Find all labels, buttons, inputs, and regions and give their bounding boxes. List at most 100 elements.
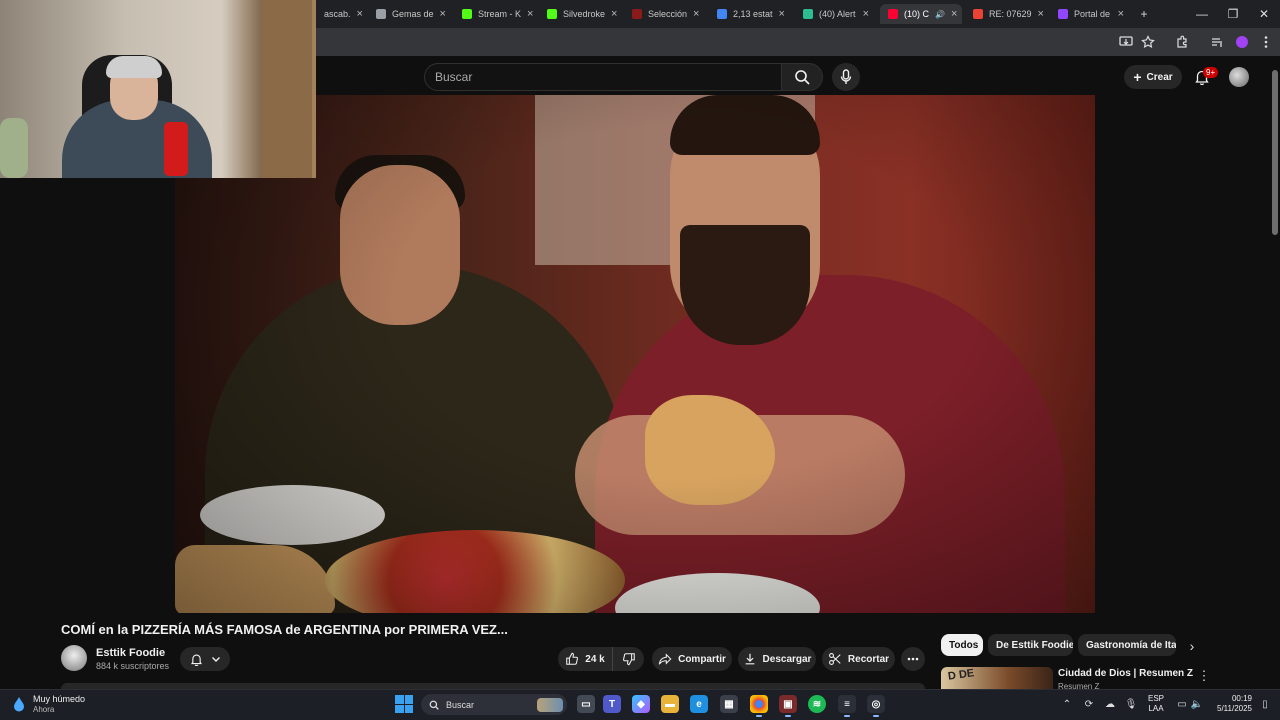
channel-name[interactable]: Esttik Foodie — [96, 647, 165, 659]
store-icon[interactable]: ▦ — [720, 695, 738, 713]
tab-close-icon[interactable]: × — [1038, 8, 1044, 20]
chip-label: Gastronomía de Italia — [1086, 639, 1176, 651]
clip-label: Recortar — [847, 653, 890, 665]
account-avatar[interactable] — [1229, 67, 1249, 87]
recommended-more-button[interactable]: ⋮ — [1197, 668, 1211, 684]
weather-time: Ahora — [33, 705, 55, 714]
task-view-icon[interactable]: ▭ — [577, 695, 595, 713]
tab-audio-icon[interactable]: 🔊 — [935, 10, 945, 19]
browser-menu-icon[interactable] — [1258, 34, 1274, 50]
tab-label: 2,13 estat — [733, 9, 773, 19]
channel-avatar[interactable] — [61, 645, 87, 671]
terminal-icon[interactable]: ≡ — [838, 695, 856, 717]
chip-italian-cuisine[interactable]: Gastronomía de Italia — [1078, 634, 1176, 656]
minimize-button[interactable]: — — [1194, 6, 1210, 22]
humidity-icon[interactable] — [12, 696, 26, 712]
extensions-icon[interactable] — [1174, 34, 1190, 50]
tray-microphone-icon[interactable]: 🎙 — [1124, 697, 1138, 711]
tab-close-icon[interactable]: × — [527, 8, 533, 20]
weather-status[interactable]: Muy húmedo — [33, 694, 85, 704]
browser-tab[interactable]: RE: 07629 × — [965, 4, 1047, 24]
chip-label: Todos — [949, 639, 979, 651]
tab-close-icon[interactable]: × — [611, 8, 617, 20]
browser-tab[interactable]: (40) Alert × — [795, 4, 877, 24]
spotify-icon[interactable]: ≋ — [808, 695, 826, 713]
tab-close-icon[interactable]: × — [779, 8, 785, 20]
more-actions-button[interactable] — [901, 647, 925, 671]
chevron-down-icon — [211, 657, 220, 662]
close-window-button[interactable]: ✕ — [1256, 6, 1272, 22]
install-app-icon[interactable] — [1118, 34, 1134, 50]
tab-favicon-icon — [888, 9, 898, 19]
tray-chevron-up-icon[interactable]: ⌃ — [1060, 697, 1074, 711]
new-tab-button[interactable]: + — [1136, 6, 1152, 22]
start-button[interactable] — [395, 695, 413, 713]
network-icon[interactable]: ▭ — [1175, 697, 1189, 711]
tray-sync-icon[interactable]: ⟳ — [1082, 697, 1096, 711]
profile-icon[interactable] — [1234, 34, 1250, 50]
tab-favicon-icon — [632, 9, 642, 19]
browser-tab[interactable]: Selección × — [624, 4, 706, 24]
taskbar-clock[interactable]: 00:19 5/11/2025 — [1210, 694, 1252, 714]
close-icon: ✕ — [1258, 7, 1270, 21]
file-explorer-icon[interactable]: ▬ — [661, 695, 679, 713]
voice-search-button[interactable] — [832, 63, 860, 91]
subscription-bell-button[interactable] — [180, 647, 230, 671]
bell-icon — [190, 653, 202, 666]
tab-close-icon[interactable]: × — [357, 8, 363, 20]
taskbar-search[interactable]: Buscar — [421, 694, 567, 715]
input-language[interactable]: ESP LAA — [1148, 694, 1164, 714]
tab-close-icon[interactable]: × — [1118, 8, 1124, 20]
webcam-plant — [0, 118, 28, 178]
search-button[interactable] — [781, 63, 823, 91]
tab-label: Selección — [648, 9, 688, 19]
notification-center-icon[interactable]: ▯ — [1258, 697, 1272, 711]
notification-badge: 9+ — [1203, 67, 1219, 78]
chip-all[interactable]: Todos — [941, 634, 983, 656]
restore-button[interactable]: ❐ — [1225, 6, 1241, 22]
tab-favicon-icon — [973, 9, 983, 19]
video-title: COMÍ en la PIZZERÍA MÁS FAMOSA de ARGENT… — [61, 622, 508, 637]
taskbar-search-label: Buscar — [446, 699, 475, 710]
tab-label: (40) Alert — [819, 9, 856, 19]
browser-tab[interactable]: 2,13 estat × — [709, 4, 791, 24]
plus-icon: + — [1133, 69, 1142, 85]
tab-label: Silvedroke — [563, 9, 606, 19]
browser-tab[interactable]: Silvedroke × — [539, 4, 621, 24]
tab-close-icon[interactable]: × — [863, 8, 869, 20]
obs-icon[interactable]: ◎ — [867, 695, 885, 717]
create-button[interactable]: + Crear — [1124, 65, 1182, 89]
tray-cloud-icon[interactable]: ☁ — [1103, 697, 1117, 711]
browser-tab[interactable]: (10) C 🔊 × — [880, 4, 962, 24]
tab-favicon-icon — [376, 9, 386, 19]
recommended-title[interactable]: Ciudad de Dios | Resumen Z — [1058, 668, 1193, 679]
media-controls-icon[interactable] — [1209, 34, 1225, 50]
clip-button[interactable]: Recortar — [822, 647, 895, 671]
like-button[interactable]: 24 k — [558, 647, 612, 671]
tab-label: Portal de — [1074, 9, 1111, 19]
download-button[interactable]: Descargar — [738, 647, 816, 671]
volume-icon[interactable]: 🔈 — [1190, 697, 1204, 711]
minimize-icon: — — [1196, 7, 1208, 21]
teams-icon[interactable]: T — [603, 695, 621, 713]
app-icon-red[interactable]: ▣ — [779, 695, 797, 717]
tab-close-icon[interactable]: × — [951, 8, 957, 20]
bookmark-star-icon[interactable] — [1140, 34, 1156, 50]
copilot-icon[interactable]: ◆ — [632, 695, 650, 713]
edge-icon[interactable]: e — [690, 695, 708, 713]
page-scrollbar-thumb[interactable] — [1272, 70, 1278, 235]
browser-tab[interactable]: Gemas de × — [368, 4, 450, 24]
browser-tab[interactable]: Portal de × — [1050, 4, 1132, 24]
plus-icon: + — [1140, 7, 1148, 21]
chrome-icon[interactable] — [750, 695, 768, 717]
tab-close-icon[interactable]: × — [440, 8, 446, 20]
share-button[interactable]: Compartir — [652, 647, 732, 671]
search-input[interactable]: Buscar — [424, 63, 782, 91]
chips-next-button[interactable]: › — [1182, 636, 1202, 656]
chip-from-channel[interactable]: De Esttik Foodie — [988, 634, 1073, 656]
browser-tab[interactable]: Stream - K × — [454, 4, 536, 24]
search-icon — [795, 70, 810, 85]
dislike-button[interactable] — [612, 647, 644, 671]
browser-tab[interactable]: ascab. × — [316, 4, 366, 24]
tab-close-icon[interactable]: × — [693, 8, 699, 20]
